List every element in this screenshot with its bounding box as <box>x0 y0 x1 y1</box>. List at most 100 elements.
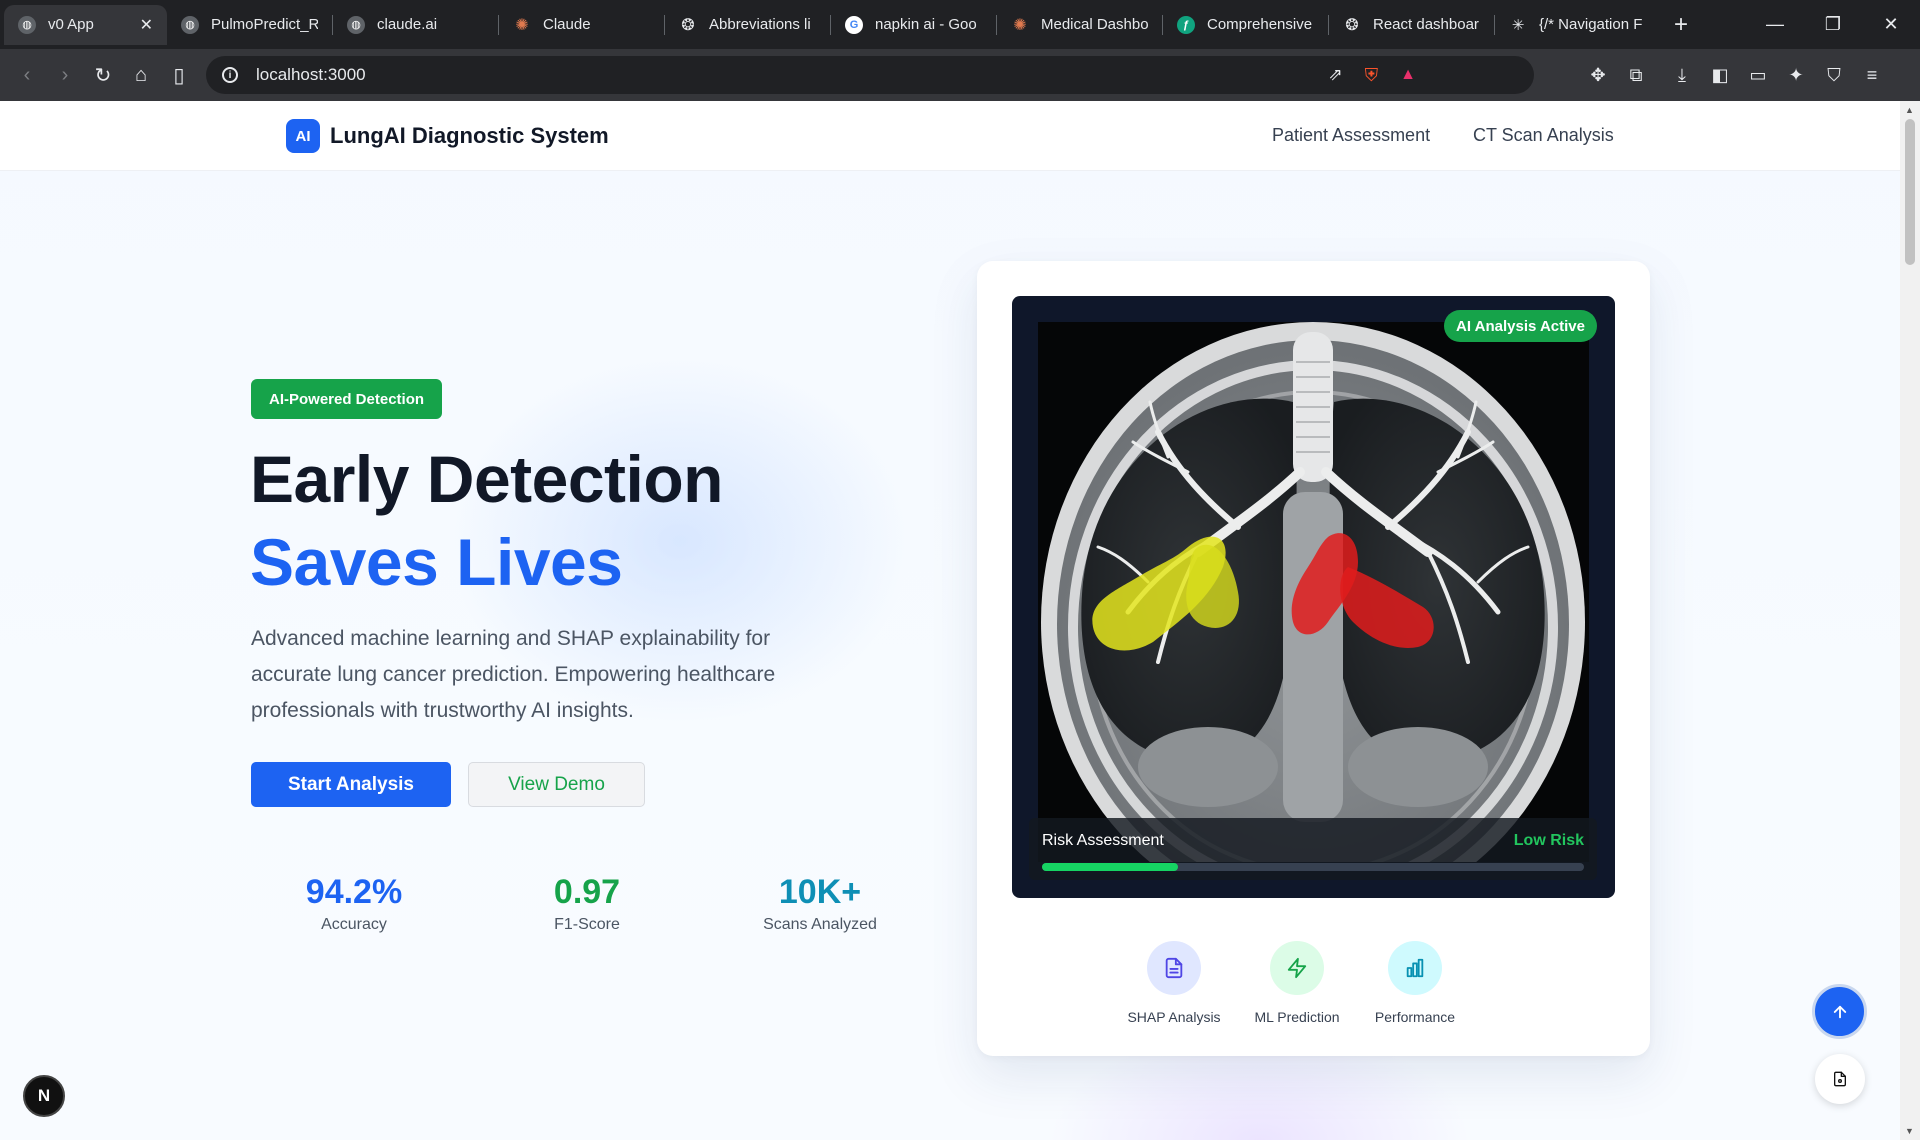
ct-scan-image <box>1038 322 1589 862</box>
brave-rewards-icon[interactable]: ▲ <box>1400 66 1416 84</box>
tab-navigation[interactable]: ✳ {/* Navigation F <box>1495 5 1660 45</box>
home-icon[interactable]: ⌂ <box>122 64 160 87</box>
restore-icon[interactable]: ❐ <box>1804 14 1862 35</box>
tab-title: claude.ai <box>377 16 438 33</box>
screenshot-icon[interactable]: ⧉ <box>1626 65 1646 86</box>
ai-analysis-active-badge: AI Analysis Active <box>1444 310 1597 342</box>
risk-progress-track <box>1042 863 1584 871</box>
tab-title: Comprehensive <box>1207 16 1313 33</box>
globe-icon: ◍ <box>18 15 36 34</box>
hero-title-line2: Saves Lives <box>250 525 623 599</box>
bar-chart-icon <box>1388 941 1442 995</box>
feature-ml-prediction[interactable]: ML Prediction <box>1242 941 1352 1025</box>
leo-ai-icon[interactable]: ✦ <box>1786 65 1806 86</box>
reload-icon[interactable]: ↻ <box>84 63 122 88</box>
back-icon[interactable]: ‹ <box>8 64 46 87</box>
start-analysis-button[interactable]: Start Analysis <box>251 762 451 807</box>
extension-toolbar: ✥ ⧉ ⤓ ◧ ▭ ✦ ⛉ ≡ <box>1588 49 1882 101</box>
risk-level: Low Risk <box>1513 832 1584 849</box>
bookmark-icon[interactable]: ▯ <box>160 63 198 88</box>
window-controls: — ❐ ✕ <box>1746 0 1920 49</box>
risk-title: Risk Assessment <box>1042 832 1164 849</box>
url-text: localhost:3000 <box>256 65 366 84</box>
sidebar-icon[interactable]: ◧ <box>1710 65 1730 86</box>
tab-pulmopredict[interactable]: ◍ PulmoPredict_R <box>167 5 332 45</box>
brave-shield-icon[interactable]: ⛨ <box>1365 65 1379 86</box>
tab-title: Medical Dashbo <box>1041 16 1148 33</box>
site-info-icon[interactable]: i <box>222 67 238 83</box>
openai-icon: ❂ <box>1345 16 1359 34</box>
hero-description: Advanced machine learning and SHAP expla… <box>251 627 776 722</box>
tab-title: {/* Navigation F <box>1539 16 1643 33</box>
google-icon: G <box>845 15 863 34</box>
tab-title: Claude <box>543 16 591 33</box>
arrow-up-icon <box>1833 1005 1846 1018</box>
share-icon[interactable]: ⇗ <box>1328 65 1342 85</box>
globe-icon: ◍ <box>181 15 199 34</box>
close-window-icon[interactable]: ✕ <box>1862 14 1920 35</box>
stat-scans-analyzed: 10K+ Scans Analyzed <box>740 873 900 934</box>
logo-mark[interactable]: AI <box>286 119 320 153</box>
ct-scan-card: AI Analysis Active Risk Assessment Low R… <box>977 261 1650 1056</box>
tab-v0-app[interactable]: ◍ v0 App ✕ <box>4 4 167 45</box>
ct-scan-frame: AI Analysis Active Risk Assessment Low R… <box>1012 296 1615 898</box>
url-field[interactable]: i localhost:3000 ⇗ ⛨ ▲ <box>206 56 1534 94</box>
feature-shap-analysis[interactable]: SHAP Analysis <box>1119 941 1229 1025</box>
tab-comprehensive[interactable]: ƒ Comprehensive <box>1163 5 1328 45</box>
scroll-down-arrow-icon[interactable]: ▼ <box>1905 1126 1914 1136</box>
stat-label: F1-Score <box>554 916 620 933</box>
feature-performance[interactable]: Performance <box>1360 941 1470 1025</box>
report-button[interactable] <box>1815 1054 1865 1104</box>
tab-claude-ai[interactable]: ◍ claude.ai <box>333 5 498 45</box>
close-icon[interactable]: ✕ <box>140 15 153 35</box>
tab-title: PulmoPredict_R <box>211 16 318 33</box>
feature-label: Performance <box>1374 1009 1456 1025</box>
stat-accuracy: 94.2% Accuracy <box>274 873 434 934</box>
perplexity-icon: ✳ <box>1511 16 1525 34</box>
site-header: AI LungAI Diagnostic System Patient Asse… <box>0 101 1900 171</box>
stat-label: Accuracy <box>321 916 387 933</box>
address-bar-row: ‹ › ↻ ⌂ ▯ i localhost:3000 ⇗ ⛨ ▲ ✥ ⧉ ⤓ ◧… <box>0 49 1920 101</box>
tab-napkin-ai[interactable]: G napkin ai - Goo <box>831 5 996 45</box>
browser-tab-strip: ◍ v0 App ✕ ◍ PulmoPredict_R ◍ claude.ai … <box>0 0 1920 49</box>
nav-patient-assessment[interactable]: Patient Assessment <box>1272 125 1430 146</box>
menu-icon[interactable]: ≡ <box>1862 65 1882 86</box>
tab-medical-dashboard[interactable]: ✺ Medical Dashbo <box>997 5 1162 45</box>
nav-ct-scan-analysis[interactable]: CT Scan Analysis <box>1473 125 1614 146</box>
lightning-icon <box>1270 941 1324 995</box>
stat-label: Scans Analyzed <box>763 916 877 933</box>
view-demo-button[interactable]: View Demo <box>468 762 645 807</box>
page-scrollbar[interactable]: ▲ ▼ <box>1900 101 1920 1140</box>
stat-value: 94.2% <box>305 873 403 911</box>
scroll-up-arrow-icon[interactable]: ▲ <box>1905 105 1914 115</box>
tab-title: v0 App <box>48 16 94 33</box>
page-viewport: AI LungAI Diagnostic System Patient Asse… <box>0 101 1900 1140</box>
forward-icon[interactable]: › <box>46 64 84 87</box>
tab-claude[interactable]: ✺ Claude <box>499 5 664 45</box>
minimize-icon[interactable]: — <box>1746 14 1804 35</box>
tab-title: React dashboar <box>1373 16 1479 33</box>
new-tab-button[interactable]: + <box>1674 11 1688 39</box>
omnibox-actions: ⇗ ⛨ ▲ <box>1328 56 1416 94</box>
scroll-to-top-button[interactable] <box>1812 984 1867 1039</box>
globe-icon: ◍ <box>347 15 365 34</box>
wallet-icon[interactable]: ▭ <box>1748 65 1768 86</box>
tab-abbreviations[interactable]: ❂ Abbreviations li <box>665 5 830 45</box>
stat-f1-score: 0.97 F1-Score <box>507 873 667 934</box>
feather-icon: ƒ <box>1177 15 1195 34</box>
vpn-icon[interactable]: ⛉ <box>1824 65 1844 86</box>
nextjs-dev-badge[interactable]: N <box>23 1075 65 1117</box>
claude-icon: ✺ <box>515 16 529 34</box>
hero-badge: AI-Powered Detection <box>251 379 443 419</box>
stat-value: 10K+ <box>778 873 862 911</box>
openai-icon: ❂ <box>681 16 695 34</box>
tab-react-dashboard[interactable]: ❂ React dashboar <box>1329 5 1494 45</box>
scrollbar-thumb[interactable] <box>1905 119 1915 265</box>
claude-icon: ✺ <box>1013 16 1027 34</box>
logo-text[interactable]: LungAI Diagnostic System <box>330 123 609 149</box>
download-icon[interactable]: ⤓ <box>1672 65 1692 86</box>
hero-title-line1: Early Detection <box>250 442 724 516</box>
feature-label: SHAP Analysis <box>1127 1009 1221 1025</box>
feature-label: ML Prediction <box>1254 1009 1340 1025</box>
extensions-icon[interactable]: ✥ <box>1588 65 1608 86</box>
